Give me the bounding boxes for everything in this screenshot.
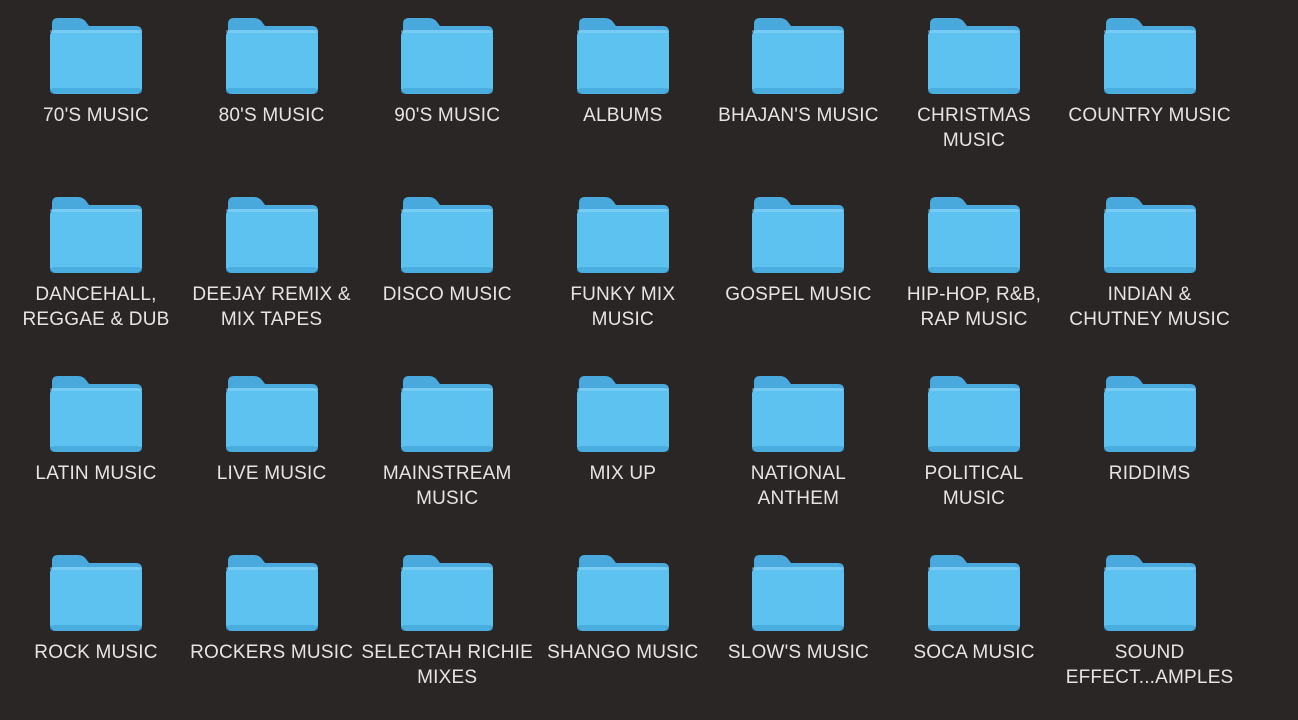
folder-label: DEEJAY REMIX & MIX TAPES <box>192 284 351 330</box>
folder-icon <box>399 372 495 454</box>
folder-item[interactable]: ROCKERS MUSIC <box>184 537 360 707</box>
folder-item[interactable]: FUNKY MIX MUSIC <box>535 179 711 349</box>
folder-label: POLITICAL MUSIC <box>924 463 1024 509</box>
folder-item[interactable]: 90'S MUSIC <box>359 0 535 170</box>
folder-icon <box>575 14 671 96</box>
folder-item[interactable]: DEEJAY REMIX & MIX TAPES <box>184 179 360 349</box>
folder-item[interactable]: MIX UP <box>535 358 711 528</box>
folder-icon <box>1102 193 1198 275</box>
folder-icon <box>1102 551 1198 633</box>
folder-label: 90'S MUSIC <box>394 105 501 126</box>
folder-item[interactable]: LATIN MUSIC <box>8 358 184 528</box>
folder-item[interactable]: COUNTRY MUSIC <box>1062 0 1238 170</box>
folder-icon <box>926 551 1022 633</box>
folder-icon <box>750 551 846 633</box>
folder-icon <box>399 551 495 633</box>
folder-label: 80'S MUSIC <box>218 105 325 126</box>
folder-item[interactable]: HIP-HOP, R&B, RAP MUSIC <box>886 179 1062 349</box>
folder-icon <box>224 551 320 633</box>
folder-icon <box>399 14 495 96</box>
folder-item[interactable]: DISCO MUSIC <box>359 179 535 349</box>
folder-grid: 70'S MUSIC 80'S MUSIC 90'S MUSIC ALBUMS BHAJ… <box>0 0 1298 720</box>
folder-label: COUNTRY MUSIC <box>1068 105 1231 126</box>
folder-icon <box>48 551 144 633</box>
folder-item[interactable]: 70'S MUSIC <box>8 0 184 170</box>
folder-label: DISCO MUSIC <box>382 284 512 305</box>
folder-item[interactable]: BHAJAN'S MUSIC <box>710 0 886 170</box>
folder-label: GOSPEL MUSIC <box>725 284 872 305</box>
folder-icon <box>575 372 671 454</box>
folder-item[interactable]: SOCA MUSIC <box>886 537 1062 707</box>
folder-label: ROCKERS MUSIC <box>190 642 354 663</box>
folder-label: INDIAN & CHUTNEY MUSIC <box>1069 284 1230 330</box>
folder-icon <box>750 14 846 96</box>
folder-icon <box>48 14 144 96</box>
folder-label: DANCEHALL, REGGAE & DUB <box>22 284 170 330</box>
folder-label: LIVE MUSIC <box>216 463 327 484</box>
folder-icon <box>1102 14 1198 96</box>
folder-icon <box>750 193 846 275</box>
folder-label: LATIN MUSIC <box>35 463 157 484</box>
folder-label: SOUND EFFECT...AMPLES <box>1065 642 1234 688</box>
folder-item[interactable]: SHANGO MUSIC <box>535 537 711 707</box>
folder-icon <box>224 372 320 454</box>
folder-label: ALBUMS <box>583 105 663 126</box>
folder-icon <box>926 372 1022 454</box>
folder-item[interactable]: SELECTAH RICHIE MIXES <box>359 537 535 707</box>
folder-item[interactable]: SOUND EFFECT...AMPLES <box>1062 537 1238 707</box>
folder-item[interactable]: LIVE MUSIC <box>184 358 360 528</box>
folder-label: SOCA MUSIC <box>913 642 1035 663</box>
folder-label: 70'S MUSIC <box>43 105 149 126</box>
folder-label: SHANGO MUSIC <box>547 642 699 663</box>
folder-item[interactable]: RIDDIMS <box>1062 358 1238 528</box>
folder-item[interactable]: ROCK MUSIC <box>8 537 184 707</box>
folder-icon <box>1102 372 1198 454</box>
folder-label: ROCK MUSIC <box>34 642 158 663</box>
folder-icon <box>48 193 144 275</box>
folder-item[interactable]: NATIONAL ANTHEM <box>710 358 886 528</box>
folder-icon <box>575 193 671 275</box>
folder-icon <box>926 14 1022 96</box>
folder-label: MAINSTREAM MUSIC <box>382 463 512 509</box>
folder-item[interactable]: 80'S MUSIC <box>184 0 360 170</box>
folder-label: NATIONAL ANTHEM <box>750 463 846 509</box>
folder-icon <box>399 193 495 275</box>
folder-label: CHRISTMAS MUSIC <box>917 105 1031 151</box>
folder-icon <box>224 14 320 96</box>
folder-label: SELECTAH RICHIE MIXES <box>361 642 533 688</box>
folder-icon <box>575 551 671 633</box>
folder-icon <box>48 372 144 454</box>
folder-label: RIDDIMS <box>1108 463 1191 484</box>
folder-item[interactable]: SLOW'S MUSIC <box>710 537 886 707</box>
folder-label: FUNKY MIX MUSIC <box>570 284 676 330</box>
folder-label: SLOW'S MUSIC <box>727 642 869 663</box>
folder-icon <box>224 193 320 275</box>
folder-item[interactable]: MAINSTREAM MUSIC <box>359 358 535 528</box>
folder-item[interactable]: DANCEHALL, REGGAE & DUB <box>8 179 184 349</box>
folder-label: HIP-HOP, R&B, RAP MUSIC <box>906 284 1042 330</box>
folder-item[interactable]: INDIAN & CHUTNEY MUSIC <box>1062 179 1238 349</box>
folder-label: BHAJAN'S MUSIC <box>718 105 879 126</box>
folder-icon <box>926 193 1022 275</box>
folder-label: MIX UP <box>589 463 657 484</box>
folder-item[interactable]: POLITICAL MUSIC <box>886 358 1062 528</box>
folder-item[interactable]: ALBUMS <box>535 0 711 170</box>
folder-item[interactable]: CHRISTMAS MUSIC <box>886 0 1062 170</box>
folder-icon <box>750 372 846 454</box>
folder-item[interactable]: GOSPEL MUSIC <box>710 179 886 349</box>
